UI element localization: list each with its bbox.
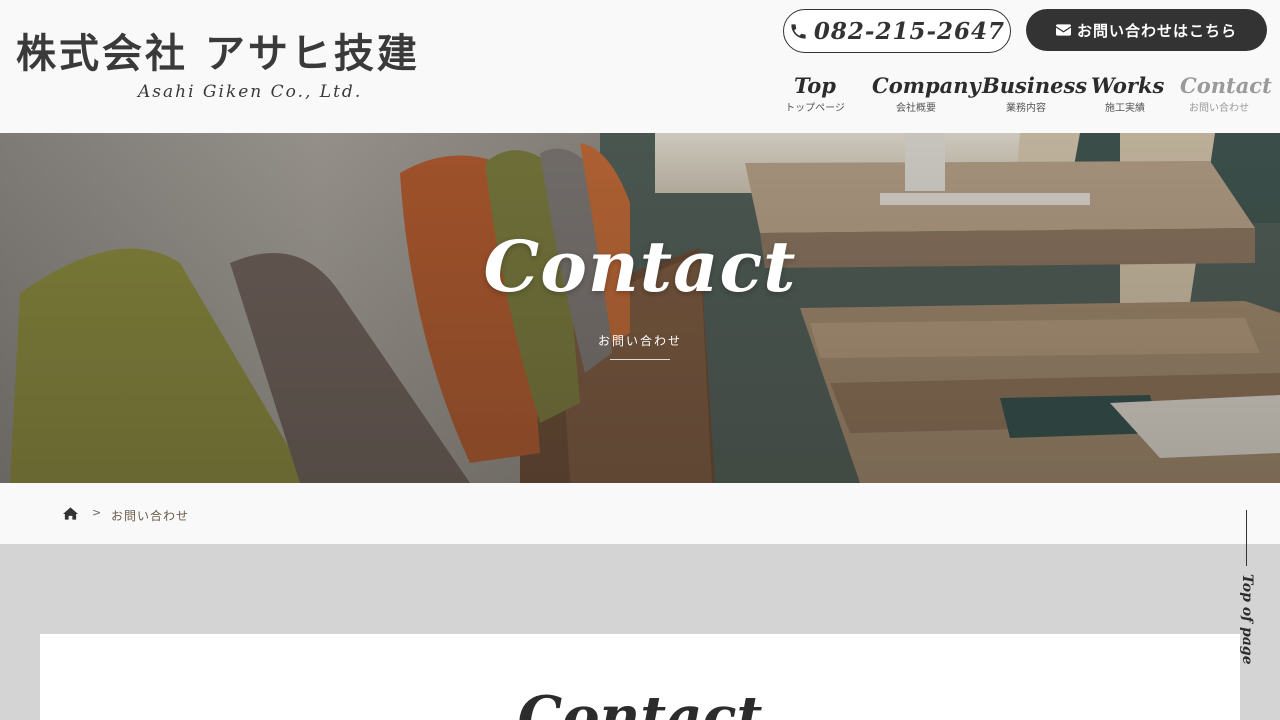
nav-item-company[interactable]: Company 会社概要 (872, 70, 981, 116)
contact-cta-button[interactable]: お問い合わせはこちら (1026, 9, 1267, 51)
site-header: 株式会社 アサヒ技建 Asahi Giken Co., Ltd. 082-215… (0, 0, 1280, 133)
page-top-link[interactable]: Top of page (1232, 510, 1262, 665)
contact-cta-label: お問い合わせはこちら (1076, 21, 1237, 40)
breadcrumb-separator: > (92, 506, 102, 519)
nav-label-en: Company (872, 73, 981, 98)
hero-background-image (0, 133, 1280, 483)
breadcrumb: > お問い合わせ (0, 483, 1280, 544)
nav-label-en: Top (794, 73, 836, 98)
main-nav: Top トップページ Company 会社概要 Business 業務内容 Wo… (0, 70, 1280, 125)
section-title: Contact (517, 684, 763, 720)
nav-item-top[interactable]: Top トップページ (784, 70, 846, 116)
nav-item-works[interactable]: Works 施工実績 (1091, 70, 1165, 116)
nav-label-jp: お問い合わせ (1189, 103, 1249, 114)
nav-label-jp: 業務内容 (1006, 103, 1046, 114)
hero-subtitle: お問い合わせ (597, 334, 682, 348)
nav-item-contact[interactable]: Contact お問い合わせ (1180, 70, 1272, 116)
nav-label-en: Works (1091, 73, 1165, 98)
nav-label-jp: トップページ (785, 103, 845, 114)
home-icon[interactable] (63, 507, 78, 520)
nav-item-business[interactable]: Business 業務内容 (982, 70, 1088, 116)
contact-section: Contact (40, 634, 1240, 720)
phone-button[interactable]: 082-215-2647 (783, 9, 1011, 53)
nav-label-en: Contact (1180, 73, 1272, 98)
nav-label-en: Business (982, 73, 1088, 98)
phone-number: 082-215-2647 (813, 17, 1006, 45)
envelope-icon (1055, 24, 1071, 36)
hero-banner: Contact お問い合わせ (0, 133, 1280, 483)
breadcrumb-current: お問い合わせ (111, 509, 190, 523)
page-top-label: Top of page (1239, 574, 1255, 665)
nav-label-jp: 施工実績 (1105, 103, 1145, 114)
phone-icon (791, 23, 806, 39)
hero-title: Contact (483, 225, 797, 308)
nav-label-jp: 会社概要 (896, 103, 936, 114)
page-top-line (1246, 510, 1247, 566)
hero-divider (610, 359, 670, 360)
